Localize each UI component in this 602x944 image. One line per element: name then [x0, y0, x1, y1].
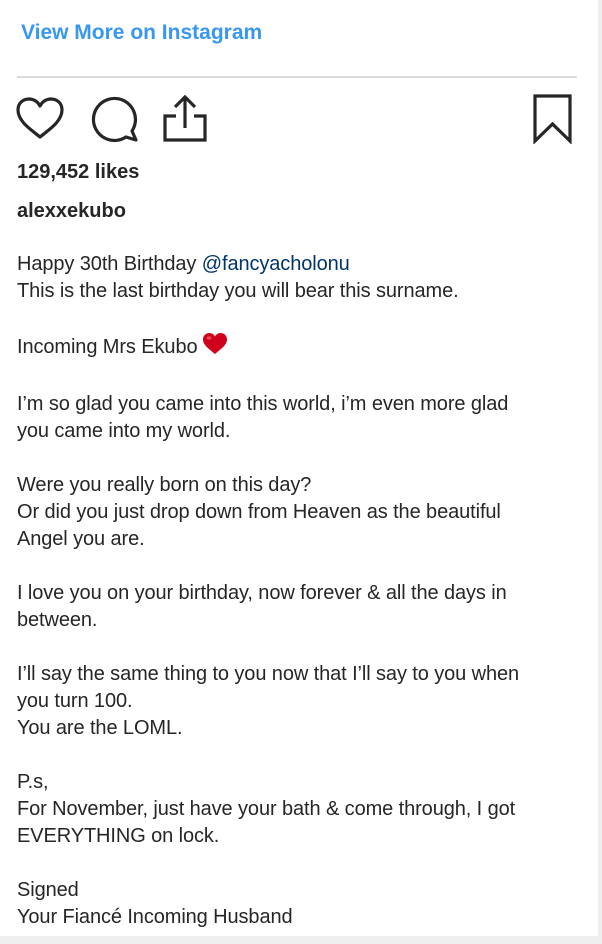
- post-username[interactable]: alexxekubo: [17, 197, 126, 225]
- caption-line: You are the LOML.: [17, 717, 183, 739]
- caption-line: you came into my world.: [17, 420, 231, 442]
- caption-line: P.s,: [17, 771, 49, 793]
- view-more-on-instagram-link[interactable]: View More on Instagram: [21, 19, 262, 47]
- caption-line: I’ll say the same thing to you now that …: [17, 663, 520, 685]
- mention-link[interactable]: @fancyacholonu: [202, 253, 350, 275]
- heart-outline-icon[interactable]: [15, 94, 67, 144]
- caption-line: Your Fiancé Incoming Husband: [17, 906, 293, 928]
- post-caption: Happy 30th Birthday @fancyacholonu This …: [17, 251, 577, 944]
- caption-line: Angel you are.: [17, 528, 145, 550]
- caption-line: Signed: [17, 879, 79, 901]
- caption-line: I’m so glad you came into this world, i’…: [17, 393, 509, 415]
- caption-line: Happy 30th Birthday @fancyacholonu: [17, 251, 577, 278]
- divider: [17, 76, 577, 78]
- caption-text: Happy 30th Birthday: [17, 253, 202, 275]
- caption-text: Incoming Mrs Ekubo: [17, 336, 198, 358]
- caption-line: Incoming Mrs Ekubo: [17, 332, 577, 364]
- caption-line: between.: [17, 609, 98, 631]
- caption-line: you turn 100.: [17, 690, 133, 712]
- caption-line: This is the last birthday you will bear …: [17, 280, 459, 302]
- likes-count[interactable]: 129,452 likes: [17, 158, 139, 186]
- instagram-embed-card: View More on Instagram 129,452 likes ale…: [0, 0, 602, 944]
- caption-line: Or did you just drop down from Heaven as…: [17, 501, 501, 523]
- bottom-edge: [0, 936, 602, 944]
- comment-bubble-icon[interactable]: [89, 94, 141, 144]
- scroll-edge: [598, 0, 602, 944]
- caption-line: For November, just have your bath & come…: [17, 798, 516, 820]
- caption-line: I love you on your birthday, now forever…: [17, 582, 507, 604]
- red-heart-emoji: [202, 332, 228, 364]
- caption-line: EVERYTHING on lock.: [17, 825, 220, 847]
- share-upload-icon[interactable]: [161, 94, 213, 144]
- action-bar: [15, 94, 577, 144]
- bookmark-icon[interactable]: [529, 94, 581, 144]
- caption-line: Were you really born on this day?: [17, 474, 312, 496]
